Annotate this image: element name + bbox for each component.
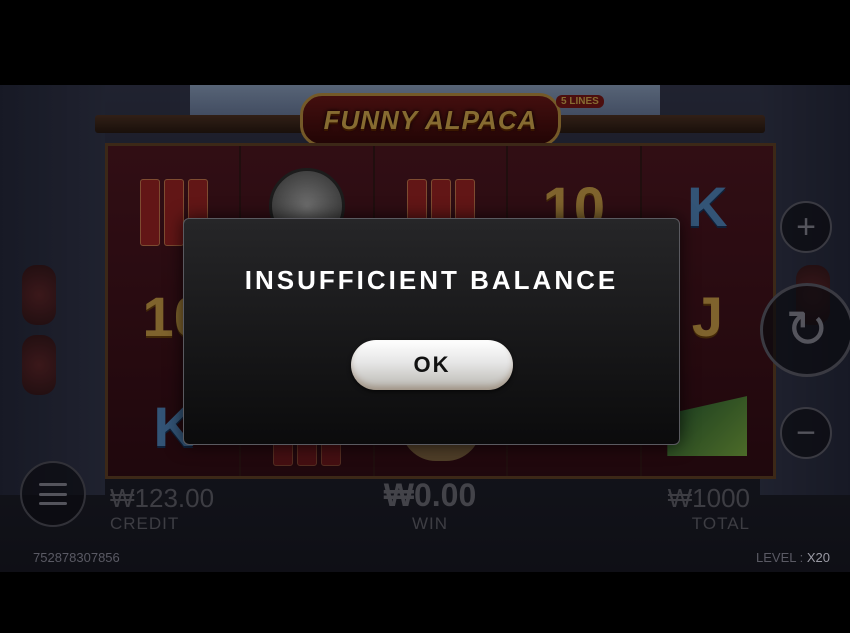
level-indicator: LEVEL : X20 [756, 550, 830, 565]
ok-button[interactable]: OK [351, 340, 513, 390]
dialog-message: INSUFFICIENT BALANCE [244, 265, 619, 295]
letterbox-bottom [0, 572, 850, 633]
level-label: LEVEL : [756, 550, 804, 565]
letterbox-top [0, 0, 850, 85]
insufficient-balance-dialog: INSUFFICIENT BALANCE OK [183, 218, 680, 445]
level-value: X20 [806, 550, 830, 565]
player-id: 752878307856 [33, 550, 120, 565]
